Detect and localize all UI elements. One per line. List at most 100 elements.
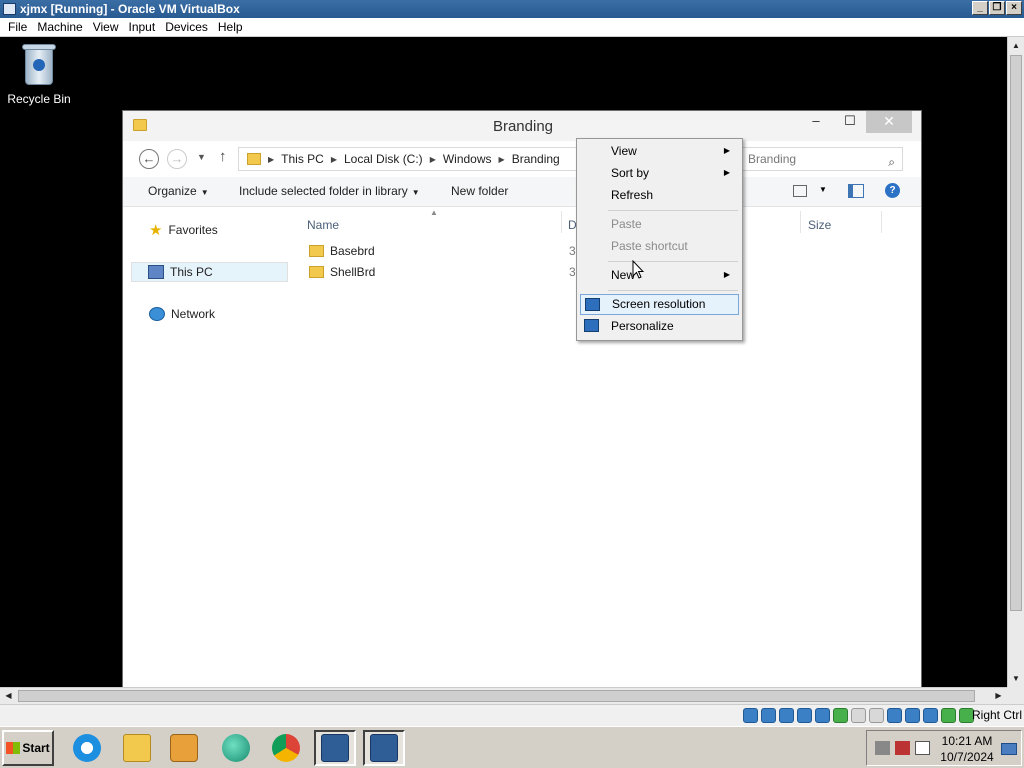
search-input[interactable]: Branding ⌕ <box>741 147 903 171</box>
scrollbar-thumb[interactable] <box>18 690 975 702</box>
context-menu-paste-shortcut[interactable]: Paste shortcut <box>580 236 739 257</box>
start-button[interactable]: Start <box>2 730 54 766</box>
vbox-menubar: File Machine View Input Devices Help <box>0 18 1024 37</box>
scrollbar-thumb[interactable] <box>1010 55 1022 611</box>
maximize-button[interactable]: ☐ <box>835 111 865 133</box>
network-tray-icon[interactable] <box>875 741 890 755</box>
menu-input[interactable]: Input <box>124 20 161 34</box>
file-name: ShellBrd <box>330 265 376 279</box>
nav-item-this-pc[interactable]: This PC <box>131 262 288 282</box>
submenu-arrow-icon: ▶ <box>723 146 730 155</box>
context-menu-paste[interactable]: Paste <box>580 214 739 235</box>
menu-machine[interactable]: Machine <box>32 20 87 34</box>
up-arrow-icon[interactable]: ↑ <box>219 148 227 165</box>
taskbar-internet-explorer[interactable] <box>66 730 108 766</box>
recent-locations-chevron-icon[interactable]: ▼ <box>197 152 206 162</box>
include-in-library-button[interactable]: Include selected folder in library ▼ <box>239 184 420 198</box>
scroll-down-arrow-icon[interactable]: ▼ <box>1008 670 1024 687</box>
recording-icon[interactable] <box>869 708 884 723</box>
close-button[interactable]: ✕ <box>866 111 912 133</box>
optical-drive-icon[interactable] <box>761 708 776 723</box>
close-button[interactable]: × <box>1006 1 1022 15</box>
host-key-label: Right Ctrl <box>971 708 1022 722</box>
new-folder-button[interactable]: New folder <box>451 184 508 198</box>
hard-disk-icon[interactable] <box>743 708 758 723</box>
column-header-size[interactable]: Size <box>808 218 831 232</box>
taskbar-virtualbox-vm[interactable] <box>363 730 405 766</box>
breadcrumb-windows[interactable]: Windows <box>443 152 492 166</box>
minimize-button[interactable]: – <box>801 111 831 133</box>
chevron-down-icon[interactable]: ▼ <box>819 185 827 194</box>
recycle-bin-label: Recycle Bin <box>7 92 71 106</box>
search-icon: ⌕ <box>888 155 895 169</box>
menu-file[interactable]: File <box>3 20 32 34</box>
show-desktop-icon[interactable] <box>1001 743 1017 755</box>
guest-additions-icon[interactable] <box>941 708 956 723</box>
submenu-arrow-icon: ▶ <box>723 168 730 177</box>
audio-icon[interactable] <box>779 708 794 723</box>
taskbar-file-explorer[interactable] <box>116 730 158 766</box>
virtualbox-icon <box>370 734 398 762</box>
taskbar-browser[interactable] <box>215 730 257 766</box>
context-menu-refresh[interactable]: Refresh <box>580 185 739 206</box>
taskbar-media-player[interactable] <box>163 730 205 766</box>
context-menu-sort-by[interactable]: Sort by ▶ <box>580 163 739 184</box>
cpu-icon[interactable] <box>905 708 920 723</box>
organize-button[interactable]: Organize ▼ <box>148 184 209 198</box>
breadcrumb-local-disk[interactable]: Local Disk (C:) <box>344 152 423 166</box>
flag-icon[interactable] <box>915 741 930 755</box>
guest-screen[interactable]: Recycle Bin Branding – ☐ ✕ ← → ▼ ↑ ▶ Thi… <box>0 37 1007 687</box>
network-adapter-icon[interactable] <box>797 708 812 723</box>
breadcrumb-this-pc[interactable]: This PC <box>281 152 324 166</box>
breadcrumb-branding[interactable]: Branding <box>512 152 560 166</box>
address-bar[interactable]: ▶ This PC ▶ Local Disk (C:) ▶ Windows ▶ … <box>238 147 578 171</box>
help-icon[interactable]: ? <box>885 183 900 198</box>
menu-devices[interactable]: Devices <box>160 20 213 34</box>
usb-icon[interactable] <box>815 708 830 723</box>
chrome-icon <box>272 734 300 762</box>
vbox-statusbar: Right Ctrl <box>0 704 1024 726</box>
context-menu-personalize[interactable]: Personalize <box>580 316 739 337</box>
scroll-left-arrow-icon[interactable]: ◀ <box>0 688 17 704</box>
folder-icon <box>309 245 324 257</box>
preview-pane-icon[interactable] <box>848 184 864 198</box>
menu-view[interactable]: View <box>88 20 124 34</box>
scroll-right-arrow-icon[interactable]: ▶ <box>990 688 1007 704</box>
menu-help[interactable]: Help <box>213 20 248 34</box>
taskbar-chrome[interactable] <box>265 730 307 766</box>
star-icon: ★ <box>149 222 163 239</box>
folder-icon <box>123 734 151 762</box>
scroll-up-arrow-icon[interactable]: ▲ <box>1008 37 1024 54</box>
forward-button[interactable]: → <box>167 149 187 169</box>
column-header-name[interactable]: Name <box>307 218 339 232</box>
mouse-integration-icon[interactable] <box>923 708 938 723</box>
horizontal-scrollbar[interactable]: ◀ ▶ <box>0 687 1007 704</box>
nav-item-network[interactable]: Network <box>133 304 288 324</box>
media-player-icon <box>170 734 198 762</box>
recycle-bin-desktop-icon[interactable]: Recycle Bin <box>4 43 74 106</box>
vertical-scrollbar[interactable]: ▲ ▼ <box>1007 37 1024 687</box>
context-menu-new[interactable]: New ▶ <box>580 265 739 286</box>
change-view-icon[interactable] <box>793 185 807 197</box>
volume-muted-icon[interactable] <box>895 741 910 755</box>
explorer-titlebar[interactable]: Branding – ☐ ✕ <box>123 111 921 141</box>
context-menu-screen-resolution[interactable]: Screen resolution <box>580 294 739 315</box>
address-row: ← → ▼ ↑ ▶ This PC ▶ Local Disk (C:) ▶ Wi… <box>123 143 921 175</box>
browser-icon <box>222 734 250 762</box>
back-button[interactable]: ← <box>139 149 159 169</box>
recycle-bin-icon <box>21 43 57 87</box>
screen-icon[interactable] <box>887 708 902 723</box>
minimize-button[interactable]: _ <box>972 1 988 15</box>
context-menu-view[interactable]: View ▶ <box>580 141 739 162</box>
search-placeholder: Branding <box>748 152 797 166</box>
windows-flag-icon <box>6 742 21 754</box>
network-icon <box>149 307 165 321</box>
taskbar-virtualbox[interactable] <box>314 730 356 766</box>
shared-folders-icon[interactable] <box>833 708 848 723</box>
navigation-pane: ★ Favorites This PC Network <box>123 208 293 687</box>
clock[interactable]: 10:21 AM 10/7/2024 <box>939 733 995 765</box>
restore-button[interactable]: ❐ <box>989 1 1005 15</box>
folder-icon <box>247 153 261 165</box>
display-icon[interactable] <box>851 708 866 723</box>
nav-item-favorites[interactable]: ★ Favorites <box>133 220 288 240</box>
